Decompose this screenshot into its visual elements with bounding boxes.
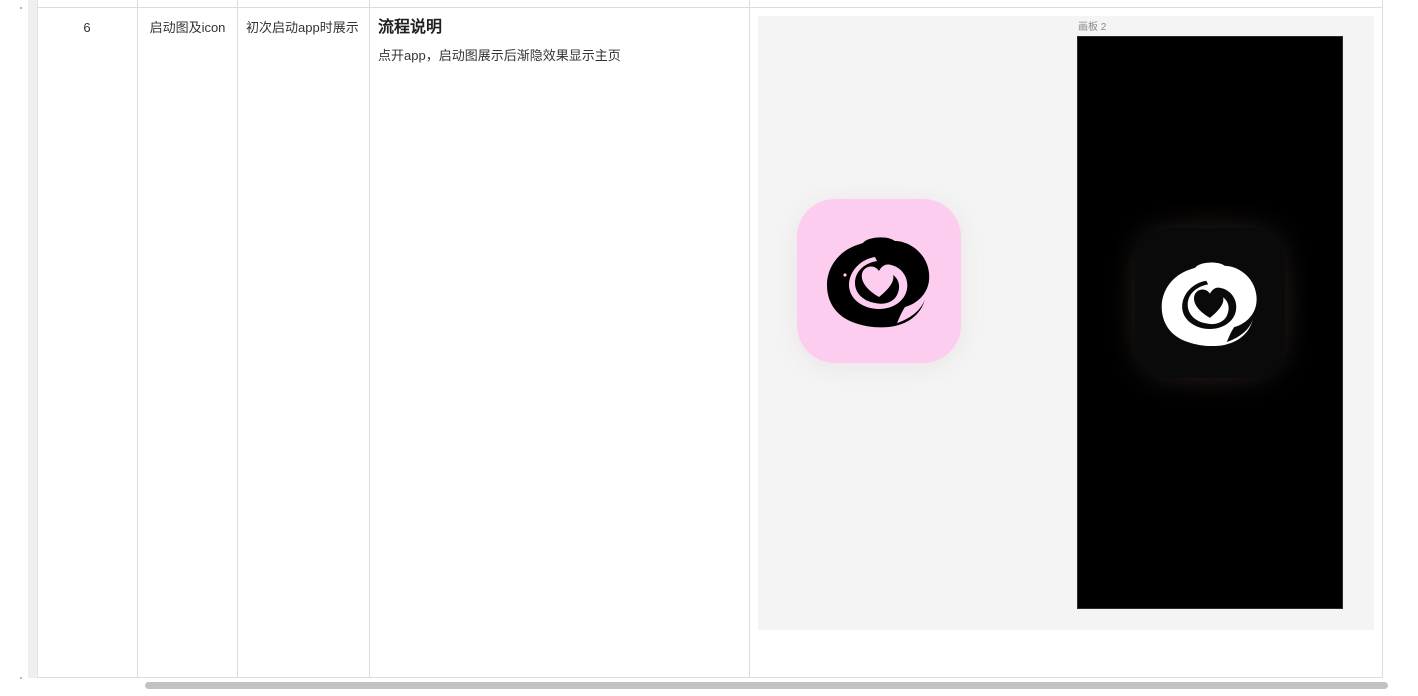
column-divider	[749, 0, 750, 677]
description-title: 流程说明	[378, 19, 443, 36]
artboard-label: 画板 2	[1078, 22, 1107, 33]
requirements-table: 6 启动图及icon 初次启动app时展示 流程说明 点开app，启动图展示后渐…	[37, 0, 1383, 678]
design-preview-image[interactable]: 画板 2	[758, 16, 1374, 630]
gutter-marker	[20, 7, 22, 9]
document-page: 6 启动图及icon 初次启动app时展示 流程说明 点开app，启动图展示后渐…	[0, 0, 1418, 696]
app-icon-light	[797, 199, 961, 363]
column-divider	[369, 0, 370, 677]
column-divider	[237, 0, 238, 677]
horizontal-scrollbar-thumb[interactable]	[145, 682, 1388, 689]
feature-name-cell[interactable]: 启动图及icon	[138, 18, 237, 38]
column-divider	[137, 0, 138, 677]
horizontal-scrollbar[interactable]	[140, 681, 1392, 690]
gutter-marker	[20, 677, 22, 679]
description-cell[interactable]: 流程说明 点开app，启动图展示后渐隐效果显示主页	[370, 16, 749, 66]
row-divider	[37, 7, 1382, 8]
row-number-cell[interactable]: 6	[37, 18, 137, 38]
camera-heart-logo-icon	[827, 237, 930, 328]
splash-artboard	[1077, 36, 1343, 609]
camera-heart-logo-icon	[1161, 262, 1257, 347]
scene-cell[interactable]: 初次启动app时展示	[238, 18, 369, 38]
description-text: 点开app，启动图展示后渐隐效果显示主页	[378, 48, 621, 63]
app-icon-dark	[1135, 228, 1285, 378]
